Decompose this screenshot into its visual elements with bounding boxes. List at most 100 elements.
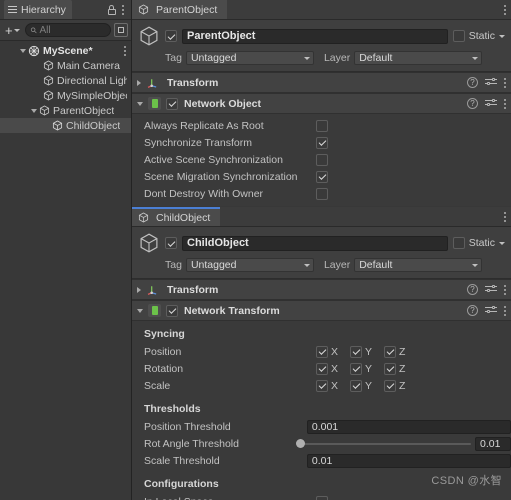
- tag-value: Untagged: [190, 52, 237, 64]
- rot-angle-threshold-field[interactable]: 0.01: [475, 436, 511, 451]
- hierarchy-item-label: MyScene*: [43, 44, 93, 57]
- property-row: Active Scene Synchronization: [132, 151, 511, 168]
- rot-angle-threshold-value: 0.01: [480, 437, 501, 450]
- search-icon: ⚲: [28, 24, 39, 36]
- chevron-right-icon[interactable]: [137, 79, 141, 86]
- help-icon[interactable]: ?: [467, 77, 478, 88]
- tab-childobject[interactable]: ChildObject: [132, 207, 221, 226]
- property-checkbox[interactable]: [316, 119, 328, 132]
- hierarchy-toolbar: + ⚲ All: [0, 20, 131, 41]
- component-header-network-object[interactable]: Network Object ?: [132, 93, 511, 114]
- component-header-network-transform[interactable]: Network Transform ?: [132, 300, 511, 321]
- scene-menu-icon[interactable]: [124, 45, 127, 56]
- inspector-menu-icon[interactable]: [504, 4, 507, 15]
- hierarchy-menu-icon[interactable]: [122, 4, 125, 15]
- search-input[interactable]: ⚲ All: [24, 23, 111, 37]
- static-label: Static: [468, 30, 495, 42]
- chevron-down-icon[interactable]: [20, 48, 26, 53]
- component-enable-checkbox[interactable]: [166, 97, 178, 110]
- layer-label: Layer: [323, 52, 351, 64]
- property-row: Scene Migration Synchronization: [132, 168, 511, 185]
- tag-dropdown[interactable]: Untagged: [185, 51, 314, 65]
- property-checkbox[interactable]: [316, 170, 328, 183]
- axis-checkbox[interactable]: [316, 345, 328, 358]
- chevron-right-icon[interactable]: [137, 286, 141, 293]
- axis-x: X: [316, 345, 346, 358]
- tab-hierarchy[interactable]: Hierarchy: [4, 0, 72, 19]
- component-menu-icon[interactable]: [504, 284, 507, 295]
- tag-dropdown[interactable]: Untagged: [185, 258, 314, 272]
- property-checkbox[interactable]: [316, 136, 328, 149]
- create-object-button[interactable]: +: [3, 24, 22, 37]
- gameobject-active-checkbox[interactable]: [165, 237, 177, 249]
- axis-label: Y: [365, 345, 373, 358]
- chevron-down-icon[interactable]: [137, 308, 143, 313]
- object-picker-icon[interactable]: [114, 23, 128, 37]
- layer-dropdown[interactable]: Default: [354, 258, 483, 272]
- axis-checkbox[interactable]: [384, 362, 396, 375]
- preset-icon[interactable]: [485, 77, 497, 88]
- component-header-transform-child[interactable]: Transform ?: [132, 279, 511, 300]
- chevron-down-icon[interactable]: [499, 241, 505, 245]
- chevron-down-icon: [472, 263, 479, 267]
- gameobject-active-checkbox[interactable]: [165, 30, 177, 42]
- gameobject-cube-icon: [138, 212, 149, 223]
- config-checkbox[interactable]: [316, 495, 328, 500]
- gameobject-name-field[interactable]: ParentObject: [182, 28, 448, 44]
- gameobject-name-field[interactable]: ChildObject: [182, 235, 448, 251]
- hierarchy-item-childobject[interactable]: ChildObject: [0, 118, 131, 133]
- axis-group: X Y Z: [316, 345, 414, 358]
- axis-z: Z: [384, 362, 414, 375]
- axis-group: X Y Z: [316, 362, 414, 375]
- preset-icon[interactable]: [485, 98, 497, 109]
- inspector-menu-icon[interactable]: [504, 211, 507, 222]
- component-header-transform[interactable]: Transform ?: [132, 72, 511, 93]
- hierarchy-item-mysimpleobject[interactable]: MySimpleObject: [0, 88, 131, 103]
- component-title: Transform: [167, 283, 219, 296]
- axis-checkbox[interactable]: [350, 345, 362, 358]
- component-menu-icon[interactable]: [504, 305, 507, 316]
- property-checkbox[interactable]: [316, 153, 328, 166]
- lock-icon[interactable]: [107, 4, 116, 15]
- hierarchy-tree: MyScene* Main Camera Directional Light M…: [0, 41, 131, 500]
- preset-icon[interactable]: [485, 305, 497, 316]
- help-icon[interactable]: ?: [467, 305, 478, 316]
- section-header-syncing: Syncing: [144, 328, 185, 340]
- component-menu-icon[interactable]: [504, 77, 507, 88]
- static-checkbox[interactable]: [452, 237, 465, 249]
- component-enable-checkbox[interactable]: [166, 304, 178, 317]
- axis-checkbox[interactable]: [384, 345, 396, 358]
- layer-dropdown[interactable]: Default: [354, 51, 483, 65]
- axis-checkbox[interactable]: [350, 362, 362, 375]
- rot-angle-threshold-slider[interactable]: [296, 437, 471, 451]
- tab-parentobject[interactable]: ParentObject: [132, 0, 228, 19]
- hierarchy-item-directional-light[interactable]: Directional Light: [0, 73, 131, 88]
- property-checkbox[interactable]: [316, 187, 328, 200]
- axis-checkbox[interactable]: [316, 362, 328, 375]
- config-row: In Local Space: [132, 493, 511, 500]
- hierarchy-item-scene[interactable]: MyScene*: [0, 43, 131, 58]
- preset-icon[interactable]: [485, 284, 497, 295]
- layer-label: Layer: [323, 259, 351, 271]
- static-checkbox[interactable]: [452, 30, 465, 42]
- sync-row-position: Position X Y Z: [132, 343, 511, 360]
- position-threshold-field[interactable]: 0.001: [306, 419, 511, 434]
- hierarchy-item-main-camera[interactable]: Main Camera: [0, 58, 131, 73]
- slider-knob[interactable]: [296, 439, 305, 448]
- axis-checkbox[interactable]: [384, 379, 396, 392]
- scale-threshold-field[interactable]: 0.01: [306, 453, 511, 468]
- axis-label: Y: [365, 362, 373, 375]
- gameobject-name-row: ParentObject Static: [138, 25, 505, 47]
- chevron-down-icon[interactable]: [31, 108, 37, 113]
- component-menu-icon[interactable]: [504, 98, 507, 109]
- property-label: Synchronize Transform: [144, 136, 252, 149]
- threshold-row-position: Position Threshold 0.001: [132, 418, 511, 435]
- axis-checkbox[interactable]: [316, 379, 328, 392]
- hierarchy-item-parentobject[interactable]: ParentObject: [0, 103, 131, 118]
- help-icon[interactable]: ?: [467, 98, 478, 109]
- hierarchy-tabbar-actions: [107, 4, 127, 15]
- chevron-down-icon[interactable]: [137, 101, 143, 106]
- axis-checkbox[interactable]: [350, 379, 362, 392]
- chevron-down-icon[interactable]: [499, 34, 505, 38]
- help-icon[interactable]: ?: [467, 284, 478, 295]
